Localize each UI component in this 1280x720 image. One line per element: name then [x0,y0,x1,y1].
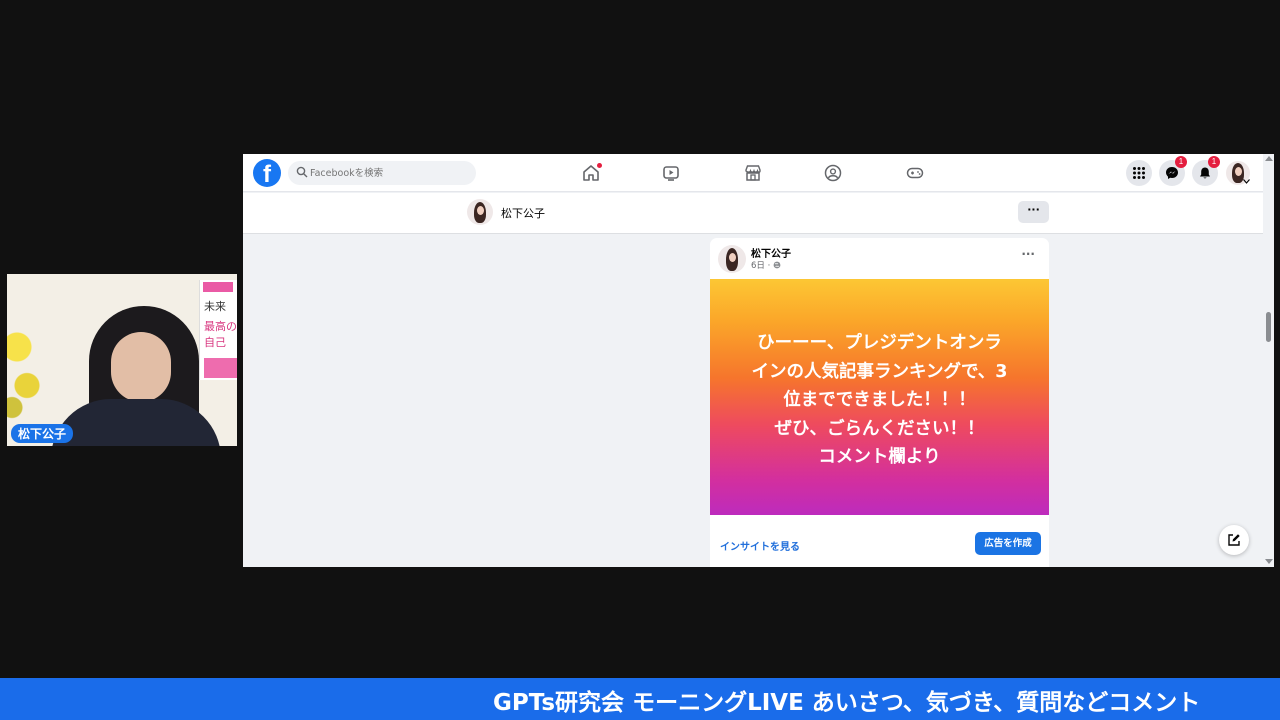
scroll-up-arrow-icon[interactable] [1265,156,1273,161]
scrollbar-thumb[interactable] [1266,312,1271,342]
create-ad-button[interactable]: 広告を作成 [975,532,1041,555]
post-text: ひーーー、プレジデントオンラ インの人気記事ランキングで、3 位までできました！… [751,333,1008,467]
profile-name[interactable]: 松下公子 [501,205,545,221]
profile-sticky-bar: 松下公子 ··· [243,193,1274,234]
presenter-name-tag: 松下公子 [11,424,74,443]
notifications-icon [1200,167,1210,179]
chevron-down-icon[interactable] [1243,179,1250,184]
post-author-name[interactable]: 松下公子 [751,245,791,260]
home-notification-dot [597,163,602,168]
groups-icon[interactable] [823,163,843,183]
post-timestamp[interactable]: 6日 · [751,259,781,271]
top-navigation-bar: f 1 [243,154,1274,192]
facebook-window: f 1 [243,154,1274,567]
compose-icon [1228,534,1240,546]
live-ticker-banner: GPTs研究会 モーニングLIVE あいさつ、気づき、質問などコメント [0,678,1280,720]
book-subtitle-2: 自己 [204,336,226,349]
plant-decoration [7,314,47,424]
scrollbar[interactable] [1263,154,1274,567]
scroll-down-arrow-icon[interactable] [1265,559,1273,564]
search-input[interactable] [310,161,470,185]
post-time-label: 6日 · [751,261,774,271]
menu-button[interactable] [1126,160,1152,186]
book-subtitle: 最高の [204,320,237,333]
post-more-button[interactable]: ··· [1021,247,1035,261]
new-message-button[interactable] [1219,525,1249,555]
facebook-logo-icon[interactable]: f [253,159,281,187]
messenger-icon [1166,167,1178,179]
profile-more-button[interactable]: ··· [1018,201,1049,223]
post-card: 松下公子 6日 · ··· ひーーー、プレジデントオンラ インの人気記事ランキン… [710,238,1049,567]
search-box[interactable] [288,161,476,185]
gaming-icon[interactable] [905,163,925,183]
messenger-badge: 1 [1175,156,1187,168]
menu-grid-icon [1133,167,1145,179]
ticker-text: GPTs研究会 モーニングLIVE あいさつ、気づき、質問などコメント [493,690,1201,716]
globe-icon [773,261,781,269]
book-cover: 未来 最高の 自己 [199,280,237,380]
webcam-feed: 未来 最高の 自己 松下公子 [7,274,237,446]
search-icon [296,166,308,178]
stream-canvas: 未来 最高の 自己 松下公子 f Facebookを検索 1 1 松下公子 ··… [0,0,1280,720]
notifications-badge: 1 [1208,156,1220,168]
book-title: 未来 [204,300,226,313]
video-icon[interactable] [661,163,681,183]
profile-avatar[interactable] [467,199,493,225]
post-background-text-area: ひーーー、プレジデントオンラ インの人気記事ランキングで、3 位までできました！… [710,279,1049,515]
post-author-avatar[interactable] [718,245,746,273]
view-insights-link[interactable]: インサイトを見る [720,538,800,553]
marketplace-icon[interactable] [743,163,763,183]
